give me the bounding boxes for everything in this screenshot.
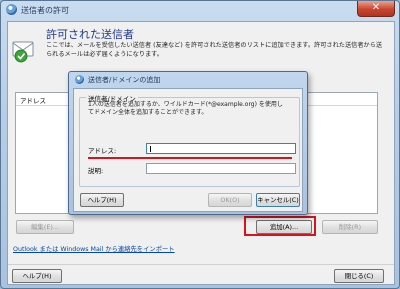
edit-button[interactable]: 編集(E)... [16,220,74,234]
column-address[interactable]: アドレス [20,95,46,105]
dialog-description: 1人の送信者を追加するか、ワイルドカード(*@example.org) を使用し… [88,101,283,116]
dialog-client-area: 送信者/ドメイン 1人の送信者を追加するか、ワイルドカード(*@example.… [73,88,303,212]
ok-button[interactable]: OK(O) [208,193,252,207]
window-close-button[interactable]: ✕ [357,1,395,17]
delete-button[interactable]: 削除(R) [322,220,378,234]
text-caret [150,146,151,152]
address-input[interactable] [146,143,296,154]
envelope-check-icon [12,41,34,63]
dialog-titlebar: 送信者/ドメインの追加 [69,72,307,86]
note-label: 説明: [88,167,104,175]
cancel-button[interactable]: キャンセル(C) [256,193,300,207]
add-sender-dialog: 送信者/ドメインの追加 送信者/ドメイン 1人の送信者を追加するか、ワイルドカー… [68,71,308,215]
page-title: 許可された送信者 [46,28,134,41]
import-contacts-link[interactable]: Outlook または Windows Mail から連絡先をインポート [13,244,175,253]
dialog-help-button[interactable]: ヘルプ(H) [80,193,124,207]
bottom-separator [8,264,394,265]
app-icon [6,4,17,15]
help-button[interactable]: ヘルプ(H) [12,269,62,283]
address-highlight [88,157,292,159]
app-icon [75,75,84,84]
dialog-title: 送信者/ドメインの追加 [88,76,161,84]
add-button-highlight [244,216,316,236]
window-title: 送信者の許可 [21,6,69,15]
close-button[interactable]: 閉じる(C) [334,269,384,283]
main-titlebar: 送信者の許可 ✕ [1,1,399,19]
page-description: ここでは、メールを受信したい送信者 (友達など) を許可された送信者のリストに追… [46,42,383,58]
address-label: アドレス: [88,147,117,155]
note-input[interactable] [146,163,296,174]
